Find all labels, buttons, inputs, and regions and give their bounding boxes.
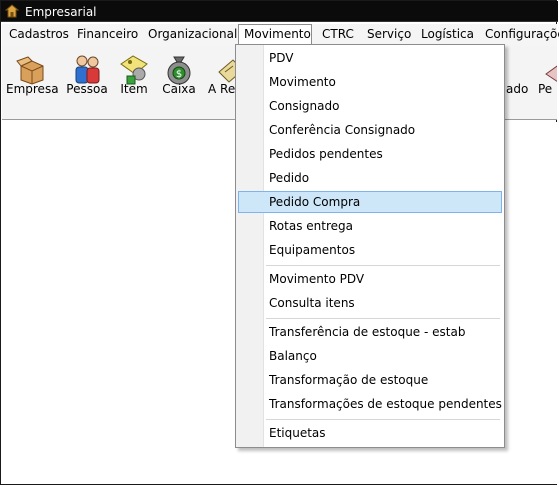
window-title: Empresarial: [25, 5, 97, 19]
people-icon: [75, 55, 100, 84]
toolbar-label: Item: [120, 82, 148, 96]
toolbar-label: Pessoa: [66, 82, 108, 96]
menu-financeiro[interactable]: Financeiro: [72, 24, 143, 45]
menu-item-transferencia-estoque[interactable]: Transferência de estoque - estab: [238, 321, 502, 343]
toolbar-pessoa[interactable]: Pessoa: [64, 46, 110, 119]
menu-item-rotas-entrega[interactable]: Rotas entrega: [238, 215, 502, 237]
toolbar-label: Caixa: [162, 82, 196, 96]
toolbar-label: Empresa: [6, 82, 59, 96]
toolbar-a-receber[interactable]: A Rec: [204, 46, 238, 119]
menu-item-consulta-itens[interactable]: Consulta itens: [238, 292, 502, 314]
menu-item-movimento-pdv[interactable]: Movimento PDV: [238, 268, 502, 290]
app-icon[interactable]: [5, 4, 19, 18]
toolbar-partial[interactable]: ado: [506, 46, 528, 119]
menu-item-balanco[interactable]: Balanço: [238, 345, 502, 367]
item-tag-icon: [120, 55, 148, 85]
menu-item-pedidos-pendentes[interactable]: Pedidos pendentes: [238, 143, 502, 165]
toolbar-item[interactable]: Item: [114, 46, 154, 119]
svg-text:$: $: [176, 69, 182, 80]
movimento-dropdown-menu: PDV Movimento Consignado Conferência Con…: [235, 44, 505, 448]
toolbar-empresa[interactable]: Empresa: [6, 46, 59, 119]
toolbar-label: ado: [506, 82, 529, 96]
menu-item-equipamentos[interactable]: Equipamentos: [238, 239, 502, 261]
partial-icon-2: [544, 65, 557, 83]
menu-item-movimento[interactable]: Movimento: [238, 71, 502, 93]
open-box-icon: [16, 56, 44, 85]
menu-bar: Cadastros Financeiro Organizacional Movi…: [2, 24, 559, 46]
menu-logistica[interactable]: Logística: [416, 24, 479, 45]
menu-item-transformacoes-pendentes[interactable]: Transformações de estoque pendentes: [238, 393, 502, 415]
toolbar-caixa[interactable]: $ Caixa: [160, 46, 198, 119]
menu-item-transformacao-estoque[interactable]: Transformação de estoque: [238, 369, 502, 391]
money-bag-icon: $: [167, 56, 191, 85]
menu-item-pdv[interactable]: PDV: [238, 47, 502, 69]
menu-configuracoes[interactable]: Configurações: [480, 24, 559, 45]
menu-item-pedido-compra[interactable]: Pedido Compra: [238, 191, 502, 213]
menu-separator: [266, 318, 500, 320]
menu-movimento[interactable]: Movimento: [238, 24, 312, 45]
menu-item-pedido[interactable]: Pedido: [238, 167, 502, 189]
menu-item-consignado[interactable]: Consignado: [238, 95, 502, 117]
menu-organizacional[interactable]: Organizacional: [143, 24, 242, 45]
toolbar-label: Pe: [538, 82, 553, 96]
title-bar: Empresarial: [1, 1, 558, 22]
menu-ctrc[interactable]: CTRC: [317, 24, 359, 45]
menu-cadastros[interactable]: Cadastros: [4, 24, 74, 45]
toolbar-partial-2[interactable]: Pe: [538, 46, 557, 119]
menu-item-conferencia-consignado[interactable]: Conferência Consignado: [238, 119, 502, 141]
menu-separator: [266, 419, 500, 421]
menu-servico[interactable]: Serviço: [362, 24, 416, 45]
menu-item-etiquetas[interactable]: Etiquetas: [238, 422, 502, 444]
menu-separator: [266, 265, 500, 267]
toolbar-label: A Rec: [208, 82, 238, 96]
